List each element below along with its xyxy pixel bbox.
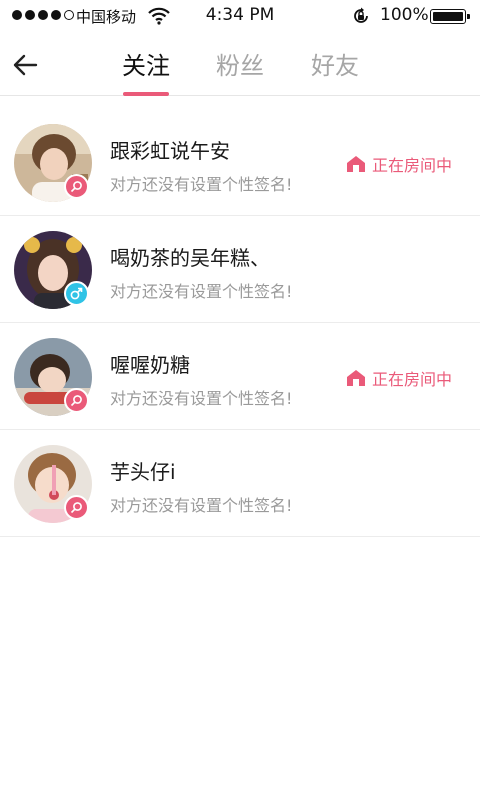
- tab-fans[interactable]: 粉丝: [216, 46, 264, 81]
- user-name[interactable]: 跟彩虹说午安: [110, 135, 230, 164]
- user-name[interactable]: 喔喔奶糖: [110, 349, 190, 378]
- house-icon: [347, 370, 365, 386]
- female-badge-icon: [64, 495, 89, 520]
- user-name[interactable]: 喝奶茶的吴年糕、: [110, 242, 270, 271]
- user-name[interactable]: 芋头仔i: [110, 456, 176, 485]
- in-room-label: 正在房间中: [372, 370, 453, 389]
- tab-following[interactable]: 关注: [122, 46, 170, 81]
- user-signature: 对方还没有设置个性签名!: [110, 175, 293, 194]
- female-badge-icon: [64, 388, 89, 413]
- battery-icon: [430, 9, 470, 24]
- active-tab-indicator: [123, 92, 169, 96]
- in-room-label: 正在房间中: [372, 156, 453, 175]
- user-row[interactable]: 喝奶茶的吴年糕、 对方还没有设置个性签名!: [0, 216, 480, 323]
- male-badge-icon: [64, 281, 89, 306]
- user-row[interactable]: 跟彩虹说午安 对方还没有设置个性签名! 正在房间中: [0, 109, 480, 216]
- battery-percent: 100%: [380, 5, 429, 25]
- in-room-status[interactable]: 正在房间中: [346, 152, 452, 176]
- user-row[interactable]: 芋头仔i 对方还没有设置个性签名!: [0, 430, 480, 537]
- tab-friends[interactable]: 好友: [311, 46, 359, 81]
- user-signature: 对方还没有设置个性签名!: [110, 282, 293, 301]
- user-signature: 对方还没有设置个性签名!: [110, 496, 293, 515]
- header: 关注 粉丝 好友: [0, 32, 480, 96]
- user-signature: 对方还没有设置个性签名!: [110, 389, 293, 408]
- user-row[interactable]: 喔喔奶糖 对方还没有设置个性签名! 正在房间中: [0, 323, 480, 430]
- rotation-lock-icon: [352, 7, 370, 29]
- in-room-status[interactable]: 正在房间中: [346, 366, 452, 390]
- female-badge-icon: [64, 174, 89, 199]
- house-icon: [347, 156, 365, 172]
- status-bar: 中国移动 4:34 PM 100%: [0, 0, 480, 32]
- arrow-left-icon[interactable]: [10, 50, 40, 80]
- user-list: 跟彩虹说午安 对方还没有设置个性签名! 正在房间中 喝奶茶的吴年糕、 对方还没有…: [0, 109, 480, 537]
